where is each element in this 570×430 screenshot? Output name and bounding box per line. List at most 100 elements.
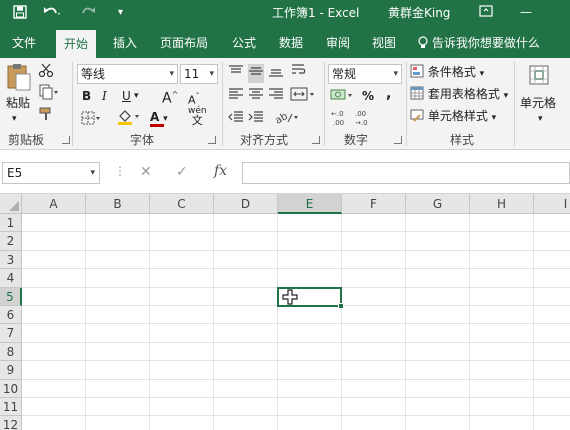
customize-icon[interactable]: ▾ [118,4,123,22]
fill-color-icon[interactable] [116,108,142,131]
increase-decimal-icon[interactable]: ←.0.00 [330,108,352,130]
row-header-9[interactable]: 9 [0,361,22,380]
orientation-icon[interactable]: ab [273,108,300,131]
tab-home[interactable]: 开始 [56,30,97,58]
accounting-format-icon[interactable] [330,87,354,108]
align-bottom-icon[interactable] [268,64,284,83]
merge-center-icon[interactable] [290,86,316,107]
cancel-button[interactable]: ✕ [140,164,152,180]
format-painter-icon[interactable] [38,106,54,127]
enter-button[interactable]: ✓ [176,164,188,180]
increase-font-letter: A [162,90,172,107]
minimize-icon[interactable]: — [518,4,534,20]
tab-view[interactable]: 视图 [372,34,396,54]
row-header-10[interactable]: 10 [0,379,22,398]
decrease-indent-icon[interactable] [228,110,244,129]
ribbon-display-icon[interactable] [478,4,494,20]
tell-me-box[interactable]: 告诉我你想要做什么 [418,34,540,52]
tab-insert[interactable]: 插入 [113,34,137,54]
row-header-12[interactable]: 12 [0,416,22,430]
font-size-dropdown[interactable]: 11 ▾ [180,64,218,84]
svg-text:→.0: →.0 [355,119,368,127]
row-header-1[interactable]: 1 [0,214,22,233]
row-header-4[interactable]: 4 [0,269,22,288]
decrease-decimal-icon[interactable]: .00 →.0 [354,108,376,133]
column-header-a[interactable]: A [22,194,86,214]
font-color-letter: A [150,110,160,124]
column-header-f[interactable]: F [342,194,406,214]
chevron-down-icon[interactable]: ▾ [538,110,543,128]
worksheet-grid[interactable]: A B C D E F G H I 1 2 3 4 5 6 7 8 9 10 11 12 [0,194,570,430]
font-color-button[interactable]: A ▾ [150,108,168,128]
clipboard-group-label: 剪贴板 [8,133,45,147]
underline-dropdown-icon[interactable]: ▾ [134,87,139,105]
underline-button[interactable]: U [122,87,131,105]
number-format-dropdown[interactable]: 常规 ▾ [328,64,402,84]
column-header-d[interactable]: D [214,194,278,214]
bold-button[interactable]: B [82,87,91,105]
format-as-table-button[interactable]: 套用表格格式 ▾ [410,85,508,105]
column-header-i[interactable]: I [534,194,570,214]
increase-font-button[interactable]: A^ [162,86,178,108]
select-all-button[interactable] [0,194,22,214]
align-right-icon[interactable] [268,87,284,106]
column-header-g[interactable]: G [406,194,470,214]
name-box[interactable]: E5 ▾ [2,162,100,184]
align-center-icon[interactable] [248,87,264,106]
insert-function-button[interactable]: fx [214,163,227,179]
group-divider [324,62,325,146]
paste-button[interactable]: 粘贴 [6,94,30,112]
fill-handle[interactable] [338,302,344,309]
row-header-6[interactable]: 6 [0,306,22,325]
borders-icon[interactable] [80,110,102,131]
align-top-icon[interactable] [228,64,244,83]
grid-line [22,268,570,270]
name-box-value: E5 [7,166,23,180]
grid-line [22,249,570,251]
column-header-c[interactable]: C [150,194,214,214]
number-group-label: 数字 [344,133,369,147]
row-header-2[interactable]: 2 [0,232,22,251]
phonetic-button[interactable]: wén 文 [188,106,207,127]
conditional-formatting-button[interactable]: 条件格式 ▾ [410,63,484,83]
row-header-5[interactable]: 5 [0,287,22,306]
tab-file[interactable]: 文件 [12,34,36,54]
font-name-dropdown[interactable]: 等线 ▾ [77,64,178,84]
copy-icon[interactable] [38,84,60,105]
tab-formulas[interactable]: 公式 [232,34,256,54]
user-name[interactable]: 黄群金King [388,4,450,22]
clipboard-launcher-icon[interactable] [62,136,70,144]
row-header-11[interactable]: 11 [0,398,22,417]
font-launcher-icon[interactable] [208,136,216,144]
alignment-launcher-icon[interactable] [312,136,320,144]
comma-button[interactable]: , [386,85,391,103]
italic-button[interactable]: I [102,87,107,105]
row-header-7[interactable]: 7 [0,324,22,343]
percent-button[interactable]: % [362,87,374,105]
formula-input[interactable] [242,162,570,184]
tab-review[interactable]: 审阅 [326,34,350,54]
paste-dropdown-icon[interactable]: ▾ [12,110,17,128]
undo-icon[interactable] [42,4,62,22]
save-icon[interactable] [12,4,28,22]
column-header-h[interactable]: H [470,194,534,214]
number-launcher-icon[interactable] [394,136,402,144]
paste-icon[interactable] [6,62,32,97]
align-left-icon[interactable] [228,87,244,106]
row-header-3[interactable]: 3 [0,250,22,270]
ribbon: 粘贴 ▾ 剪贴板 等线 ▾ 11 ▾ B I U ▾ A^ Aˇ A ▾ wén… [0,58,570,150]
column-header-e[interactable]: E [278,194,342,214]
tab-page-layout[interactable]: 页面布局 [160,34,208,54]
grid-line [22,415,570,417]
row-header-8[interactable]: 8 [0,342,22,362]
align-middle-icon[interactable] [248,64,264,83]
column-header-b[interactable]: B [86,194,150,214]
cells-icon[interactable] [528,64,550,91]
cut-icon[interactable] [38,62,54,83]
increase-indent-icon[interactable] [248,110,264,129]
formula-bar-grip-icon[interactable]: ⋮ [114,164,126,178]
cell-styles-button[interactable]: 单元格样式 ▾ [410,107,496,127]
tab-data[interactable]: 数据 [279,34,303,54]
wrap-text-icon[interactable] [290,62,308,83]
redo-icon[interactable] [78,4,98,22]
